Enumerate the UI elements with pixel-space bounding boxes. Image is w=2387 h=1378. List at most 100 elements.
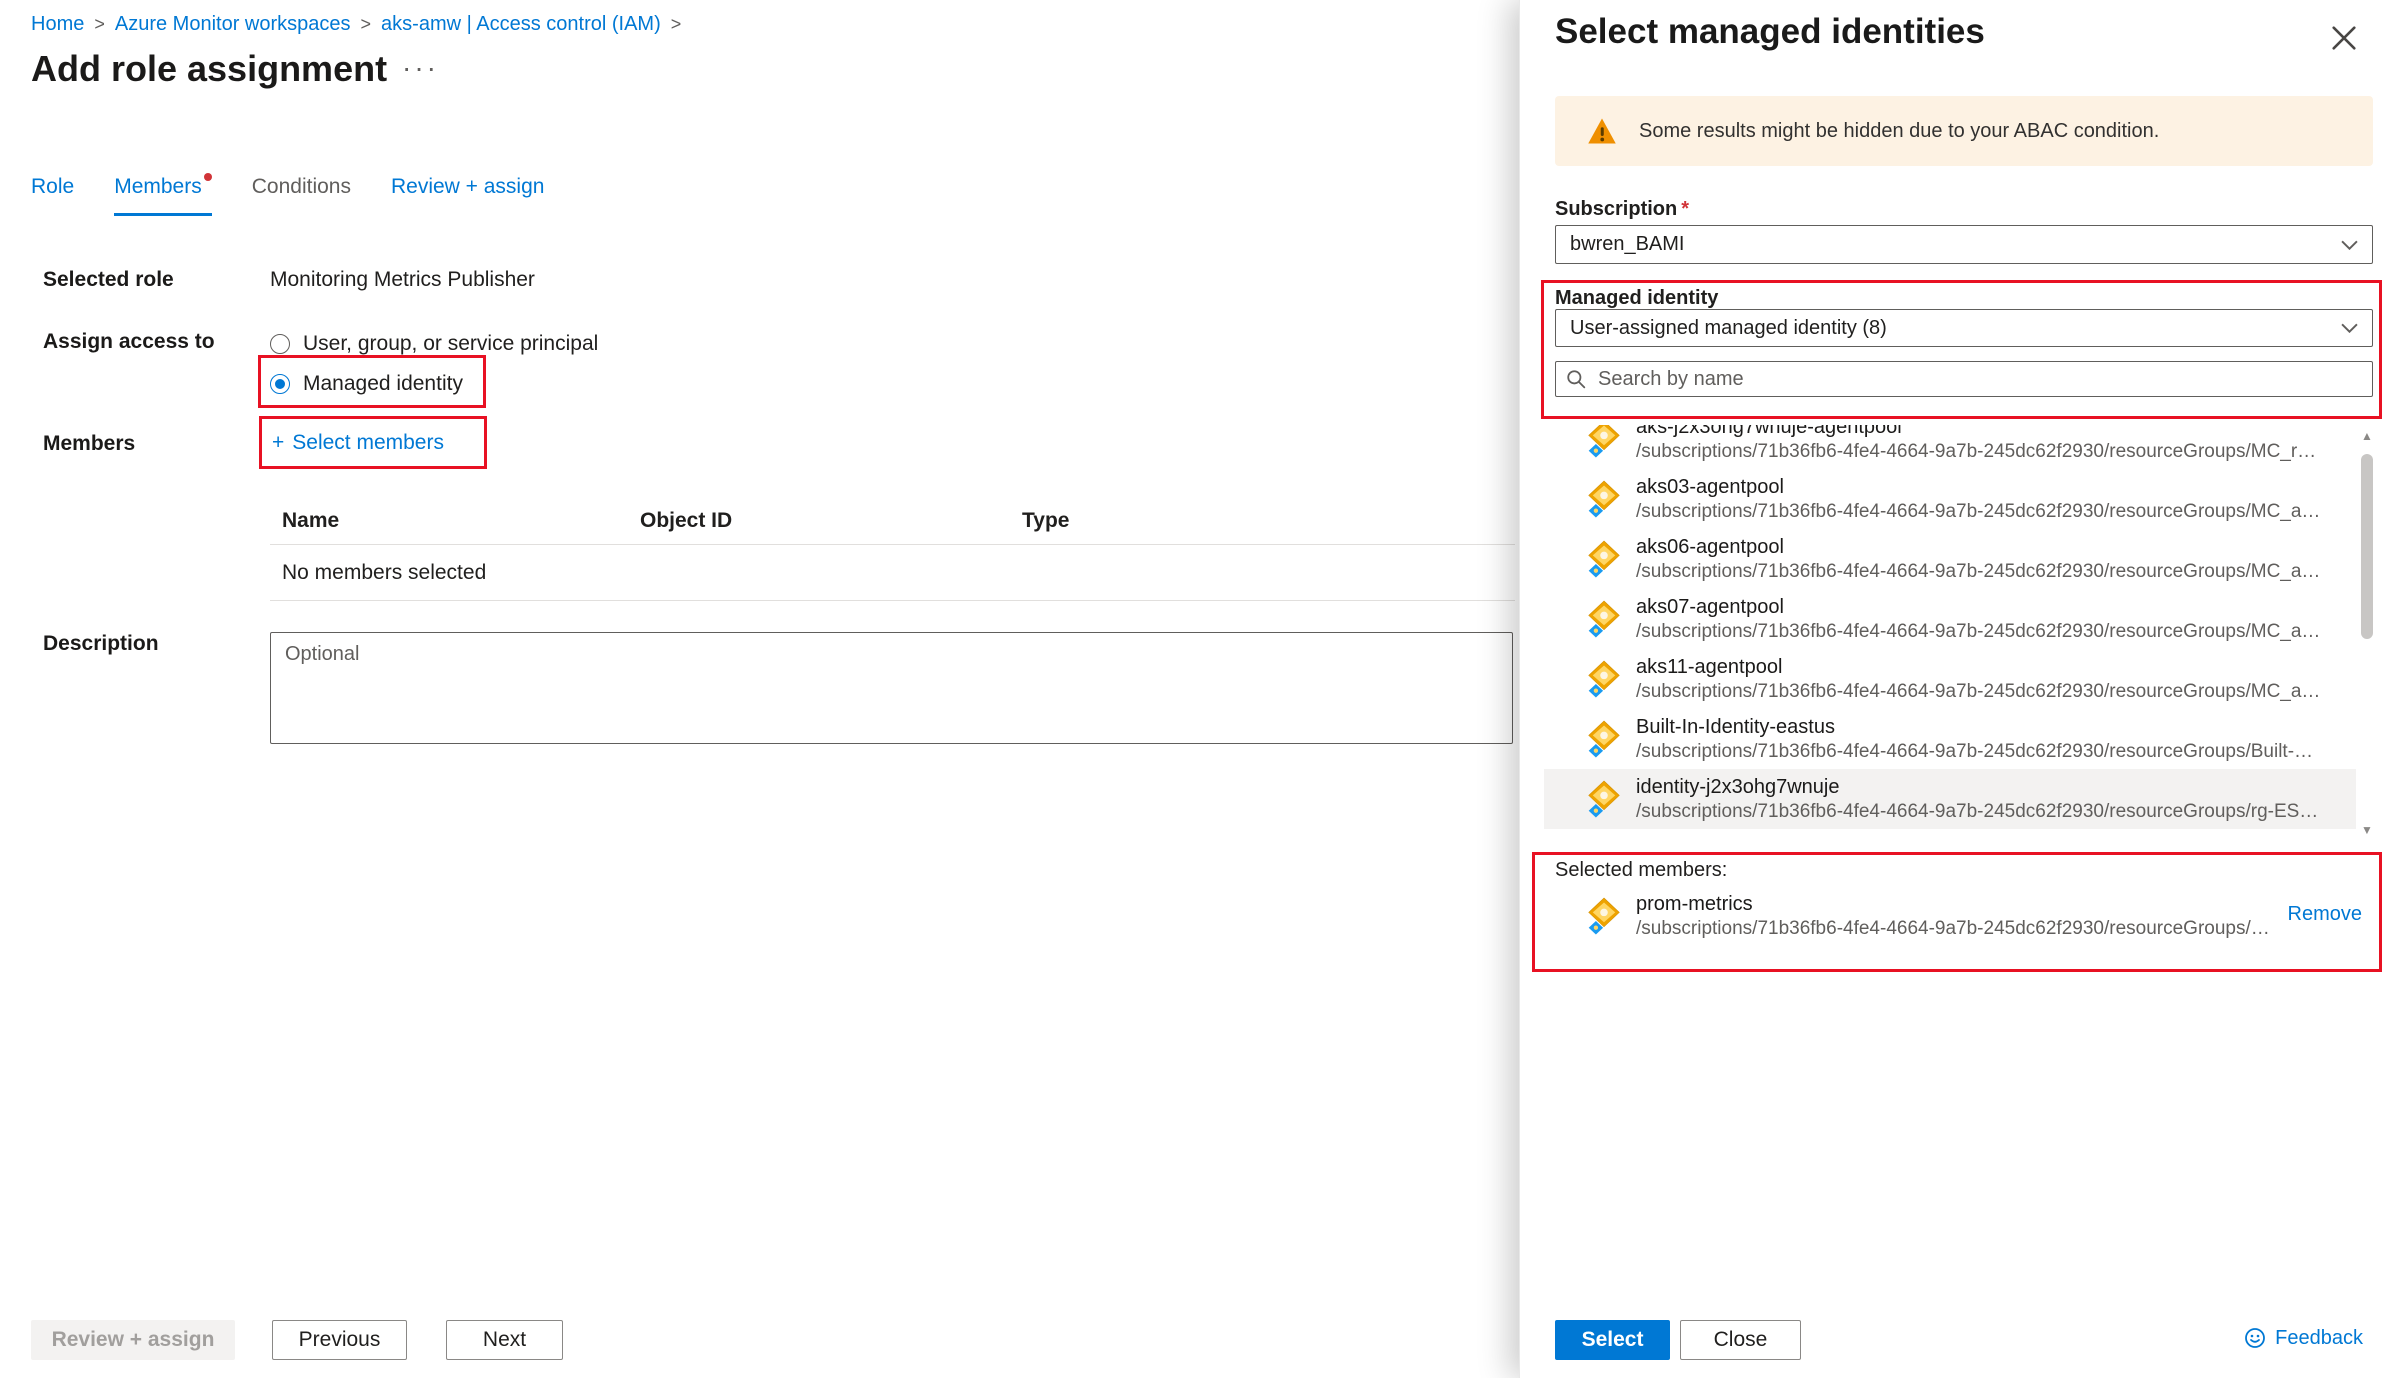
list-item[interactable]: aks11-agentpool/subscriptions/71b36fb6-4… <box>1544 649 2356 709</box>
members-table: Name Object ID Type No members selected <box>270 498 1515 601</box>
feedback-label: Feedback <box>2275 1327 2363 1350</box>
page-root: Home > Azure Monitor workspaces > aks-am… <box>0 0 2387 1378</box>
members-table-empty-row: No members selected <box>270 545 1515 601</box>
next-button[interactable]: Next <box>446 1320 563 1360</box>
breadcrumb-separator: > <box>361 14 372 35</box>
managed-identity-label: Managed identity <box>1555 287 1718 310</box>
feedback-link[interactable]: Feedback <box>2243 1326 2363 1350</box>
tab-conditions[interactable]: Conditions <box>252 175 351 216</box>
identity-path: /subscriptions/71b36fb6-4fe4-4664-9a7b-2… <box>1636 680 2320 704</box>
selected-member-name: prom-metrics <box>1636 891 2270 917</box>
selected-member-row: prom-metrics /subscriptions/71b36fb6-4fe… <box>1544 884 2370 948</box>
identity-name: identity-j2x3ohg7wnuje <box>1636 774 2318 800</box>
assign-access-label: Assign access to <box>43 330 215 354</box>
subscription-label: Subscription* <box>1555 198 1689 221</box>
remove-link[interactable]: Remove <box>2288 903 2362 926</box>
search-icon <box>1566 369 1586 389</box>
tab-members-label: Members <box>114 175 202 198</box>
breadcrumb-home[interactable]: Home <box>31 13 84 36</box>
subscription-value: bwren_BAMI <box>1570 233 1685 256</box>
tab-role-label: Role <box>31 175 74 198</box>
managed-identity-dropdown[interactable]: User-assigned managed identity (8) <box>1555 309 2373 347</box>
scroll-up-icon[interactable]: ▲ <box>2358 428 2376 444</box>
list-item[interactable]: aks-j2x3ohg7wnuje-agentpool/subscription… <box>1544 425 2356 469</box>
list-scrollbar[interactable]: ▲ ▼ <box>2358 428 2376 838</box>
subscription-dropdown[interactable]: bwren_BAMI <box>1555 225 2373 264</box>
column-header-object-id: Object ID <box>640 509 1022 533</box>
previous-button[interactable]: Previous <box>272 1320 407 1360</box>
identity-name: aks03-agentpool <box>1636 474 2320 500</box>
review-assign-button[interactable]: Review + assign <box>31 1320 235 1360</box>
breadcrumb-separator: > <box>94 14 105 35</box>
unsaved-changes-dot <box>204 173 212 181</box>
warning-triangle-icon <box>1587 117 1617 145</box>
add-icon: + <box>272 431 284 455</box>
radio-managed-identity[interactable]: Managed identity <box>270 367 463 401</box>
radio-user-group-service-principal[interactable]: User, group, or service principal <box>270 327 598 361</box>
identity-name: Built-In-Identity-eastus <box>1636 714 2313 740</box>
managed-identity-icon <box>1586 780 1622 818</box>
description-input[interactable] <box>270 632 1513 744</box>
identity-path: /subscriptions/71b36fb6-4fe4-4664-9a7b-2… <box>1636 740 2313 764</box>
tab-conditions-label: Conditions <box>252 175 351 198</box>
tab-members[interactable]: Members <box>114 175 212 216</box>
required-marker: * <box>1681 198 1689 220</box>
column-header-type: Type <box>1022 509 1515 533</box>
radio-selected-icon <box>270 374 290 394</box>
selected-members-label: Selected members: <box>1555 859 1727 882</box>
identity-path: /subscriptions/71b36fb6-4fe4-4664-9a7b-2… <box>1636 560 2320 584</box>
select-members-label: Select members <box>292 431 444 455</box>
members-table-header: Name Object ID Type <box>270 498 1515 545</box>
search-input[interactable] <box>1596 367 2362 392</box>
scroll-down-icon[interactable]: ▼ <box>2358 822 2376 838</box>
close-icon[interactable] <box>2328 22 2360 59</box>
tab-role[interactable]: Role <box>31 175 74 216</box>
panel-title: Select managed identities <box>1555 12 1985 52</box>
list-item[interactable]: aks06-agentpool/subscriptions/71b36fb6-4… <box>1544 529 2356 589</box>
identity-name: aks06-agentpool <box>1636 534 2320 560</box>
members-label: Members <box>43 432 135 456</box>
scrollbar-thumb[interactable] <box>2361 454 2373 639</box>
identity-name: aks-j2x3ohg7wnuje-agentpool <box>1636 425 2316 440</box>
tab-bar: Role Members Conditions Review + assign <box>31 175 544 216</box>
identity-path: /subscriptions/71b36fb6-4fe4-4664-9a7b-2… <box>1636 440 2316 464</box>
select-button[interactable]: Select <box>1555 1320 1670 1360</box>
identity-path: /subscriptions/71b36fb6-4fe4-4664-9a7b-2… <box>1636 620 2320 644</box>
breadcrumb: Home > Azure Monitor workspaces > aks-am… <box>31 13 681 36</box>
select-managed-identities-panel: Select managed identities Some results m… <box>1519 0 2387 1378</box>
radio-unselected-icon <box>270 334 290 354</box>
page-title: Add role assignment <box>31 48 387 90</box>
managed-identity-icon <box>1586 660 1622 698</box>
identity-path: /subscriptions/71b36fb6-4fe4-4664-9a7b-2… <box>1636 800 2318 824</box>
close-button[interactable]: Close <box>1680 1320 1801 1360</box>
select-members-link[interactable]: + Select members <box>272 431 444 455</box>
managed-identity-icon <box>1586 897 1622 935</box>
main-content: Home > Azure Monitor workspaces > aks-am… <box>0 0 1519 1378</box>
selected-member-path: /subscriptions/71b36fb6-4fe4-4664-9a7b-2… <box>1636 917 2270 941</box>
tab-review-assign-label: Review + assign <box>391 175 545 198</box>
list-item[interactable]: aks07-agentpool/subscriptions/71b36fb6-4… <box>1544 589 2356 649</box>
list-item[interactable]: Built-In-Identity-eastus/subscriptions/7… <box>1544 709 2356 769</box>
chevron-down-icon <box>2341 240 2358 250</box>
list-item-selected[interactable]: identity-j2x3ohg7wnuje/subscriptions/71b… <box>1544 769 2356 829</box>
abac-warning-banner: Some results might be hidden due to your… <box>1555 96 2373 166</box>
tab-review-assign[interactable]: Review + assign <box>391 175 545 216</box>
breadcrumb-access-control[interactable]: aks-amw | Access control (IAM) <box>381 13 661 36</box>
more-menu-icon[interactable]: ··· <box>402 52 439 84</box>
selected-role-value: Monitoring Metrics Publisher <box>270 268 535 292</box>
managed-identity-icon <box>1586 425 1622 458</box>
description-label: Description <box>43 632 159 656</box>
managed-identity-icon <box>1586 540 1622 578</box>
breadcrumb-workspaces[interactable]: Azure Monitor workspaces <box>115 13 351 36</box>
no-members-text: No members selected <box>270 561 486 585</box>
search-box <box>1555 361 2373 397</box>
radio-managed-label: Managed identity <box>303 372 463 396</box>
chevron-down-icon <box>2341 323 2358 333</box>
managed-identity-icon <box>1586 480 1622 518</box>
identity-name: aks11-agentpool <box>1636 654 2320 680</box>
list-item[interactable]: aks03-agentpool/subscriptions/71b36fb6-4… <box>1544 469 2356 529</box>
column-header-name: Name <box>270 509 640 533</box>
selected-role-label: Selected role <box>43 268 174 292</box>
identity-name: aks07-agentpool <box>1636 594 2320 620</box>
managed-identity-icon <box>1586 600 1622 638</box>
